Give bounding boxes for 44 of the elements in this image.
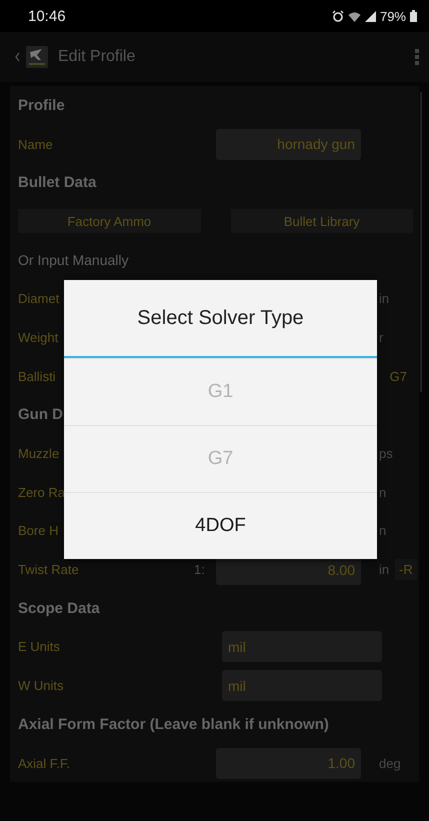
- field-label: E Units: [18, 639, 61, 654]
- input-field[interactable]: hornady gun: [216, 128, 361, 160]
- section-header: Bullet Data: [18, 174, 96, 192]
- back-icon[interactable]: [15, 52, 20, 62]
- unit-label: n: [379, 523, 386, 538]
- wifi-icon: [348, 10, 361, 22]
- ratio-prefix: 1:: [194, 562, 206, 578]
- unit-label: in: [379, 562, 390, 578]
- section-header: Gun D: [18, 406, 63, 424]
- more-icon[interactable]: [415, 49, 419, 65]
- battery-icon: [410, 10, 417, 22]
- unit-label: r: [379, 330, 384, 345]
- dialog-title: Select Solver Type: [136, 306, 305, 330]
- battery-level: 79%: [380, 8, 406, 24]
- alarm-icon: [332, 10, 344, 22]
- field-label: Twist Rate: [18, 562, 80, 578]
- option-button[interactable]: Bullet Library: [230, 209, 413, 234]
- unit-label: deg: [379, 756, 401, 771]
- input-field[interactable]: 1.00: [216, 748, 361, 779]
- field-label: Ballisti: [18, 368, 57, 384]
- status-time: 10:46: [28, 8, 66, 24]
- dropdown-field[interactable]: G7: [390, 368, 407, 384]
- field-label: Weight: [18, 330, 60, 345]
- solver-option[interactable]: 4DOF: [64, 492, 377, 559]
- unit-label: in: [379, 291, 390, 306]
- dropdown-field[interactable]: mil: [222, 670, 382, 702]
- app-logo-icon[interactable]: [26, 46, 48, 68]
- field-label: W Units: [18, 678, 64, 694]
- field-label: Diamet: [18, 291, 60, 306]
- signal-icon: [364, 10, 376, 22]
- field-label: Zero Ra: [18, 484, 66, 500]
- app-bar-title: Edit Profile: [58, 48, 136, 66]
- dropdown-field[interactable]: mil: [222, 631, 382, 662]
- section-subheader: Or Input Manually: [18, 252, 128, 268]
- section-header: Profile: [18, 96, 65, 114]
- direction-toggle[interactable]: -R: [395, 559, 417, 580]
- unit-label: ps: [379, 446, 393, 462]
- section-header: Axial Form Factor (Leave blank if unknown): [18, 716, 329, 733]
- option-button[interactable]: Factory Ammo: [18, 209, 200, 234]
- unit-label: n: [379, 484, 386, 500]
- field-label: Muzzle: [18, 446, 60, 462]
- section-header: Scope Data: [18, 600, 100, 617]
- field-label: Axial F.F.: [18, 756, 72, 771]
- field-label: Name: [18, 136, 54, 152]
